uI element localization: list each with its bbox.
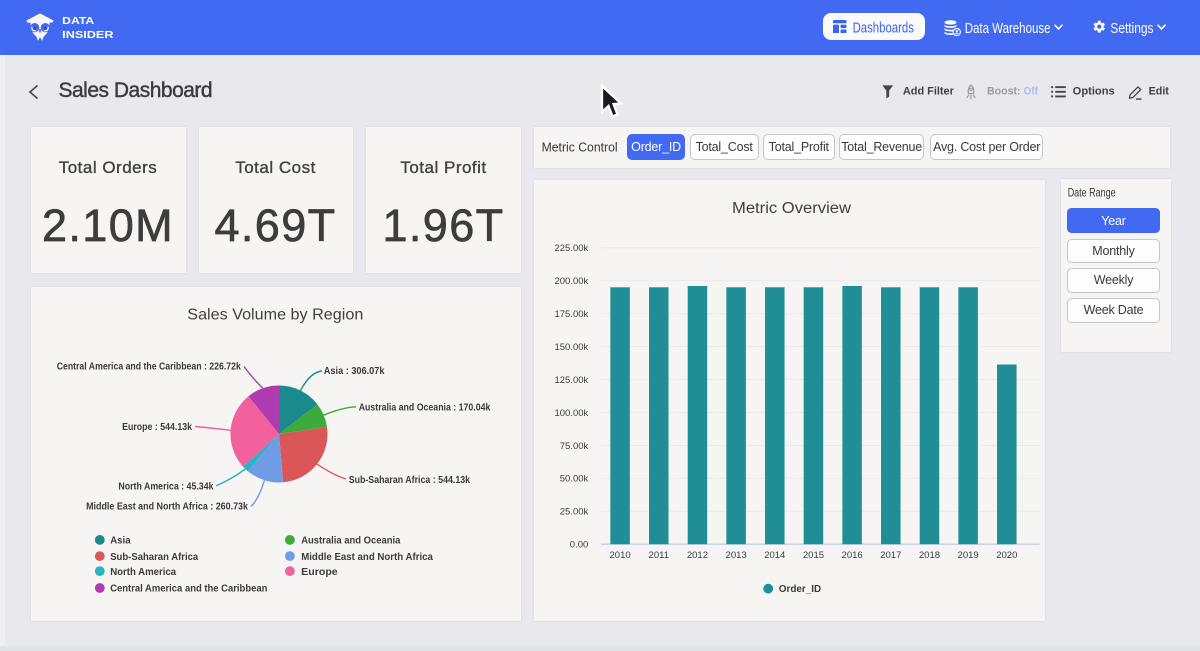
svg-text:DATA: DATA [62, 15, 94, 27]
svg-text:2018: 2018 [918, 550, 939, 561]
svg-text:Asia: Asia [110, 534, 131, 546]
svg-text:225.00k: 225.00k [554, 243, 588, 254]
svg-text:25.00k: 25.00k [559, 507, 588, 518]
svg-text:2010: 2010 [609, 550, 630, 561]
svg-text:Metric Overview: Metric Overview [732, 200, 852, 217]
svg-text:125.00k: 125.00k [554, 375, 588, 386]
svg-text:Australia and Oceania : 170.04: Australia and Oceania : 170.04k [359, 401, 491, 413]
svg-text:Middle East and North Africa: Middle East and North Africa [301, 550, 433, 562]
svg-text:2015: 2015 [802, 550, 823, 561]
svg-text:Central America and the Caribb: Central America and the Caribbean : 226.… [57, 360, 241, 372]
svg-text:Central America and the Caribb: Central America and the Caribbean [110, 582, 267, 594]
svg-text:Dashboards: Dashboards [853, 20, 914, 36]
svg-text:Date Range: Date Range [1068, 186, 1116, 200]
svg-text:75.00k: 75.00k [559, 441, 588, 452]
svg-text:Settings: Settings [1110, 20, 1153, 37]
svg-text:North America: North America [110, 565, 176, 577]
svg-text:Europe: Europe [301, 565, 338, 577]
svg-text:Order_ID: Order_ID [778, 584, 820, 595]
svg-text:Sales Volume by Region: Sales Volume by Region [187, 306, 363, 323]
svg-text:100.00k: 100.00k [554, 408, 588, 419]
svg-text:50.00k: 50.00k [559, 474, 588, 485]
svg-text:2020: 2020 [996, 550, 1017, 561]
svg-text:North America : 45.34k: North America : 45.34k [118, 480, 213, 492]
svg-text:2016: 2016 [841, 550, 862, 561]
svg-text:200.00k: 200.00k [554, 276, 588, 287]
svg-text:Options: Options [1073, 86, 1115, 98]
svg-text:0.00: 0.00 [569, 540, 588, 551]
svg-text:Sub-Saharan Africa : 544.13k: Sub-Saharan Africa : 544.13k [349, 473, 471, 485]
svg-text:175.00k: 175.00k [554, 309, 588, 320]
svg-text:2011: 2011 [648, 550, 668, 561]
svg-text:2013: 2013 [725, 550, 746, 561]
svg-text:2017: 2017 [880, 550, 901, 561]
svg-text:Off: Off [1024, 86, 1039, 98]
svg-text:2012: 2012 [686, 550, 707, 561]
svg-text:150.00k: 150.00k [554, 342, 588, 353]
svg-text:Asia : 306.07k: Asia : 306.07k [324, 365, 385, 377]
svg-text:Europe : 544.13k: Europe : 544.13k [122, 420, 192, 432]
svg-text:2019: 2019 [957, 550, 978, 561]
svg-text:Edit: Edit [1149, 86, 1170, 98]
svg-text:Middle East and North Africa :: Middle East and North Africa : 260.73k [86, 500, 248, 512]
svg-text:Metric Control: Metric Control [542, 140, 618, 155]
svg-text:Australia and Oceania: Australia and Oceania [301, 534, 400, 546]
svg-text:INSIDER: INSIDER [62, 29, 114, 41]
svg-text:Add Filter: Add Filter [903, 86, 955, 98]
svg-text:Boost:: Boost: [987, 86, 1021, 98]
svg-text:2014: 2014 [764, 550, 785, 561]
svg-text:Sub-Saharan Africa: Sub-Saharan Africa [110, 550, 198, 562]
svg-text:Data Warehouse: Data Warehouse [965, 20, 1051, 37]
